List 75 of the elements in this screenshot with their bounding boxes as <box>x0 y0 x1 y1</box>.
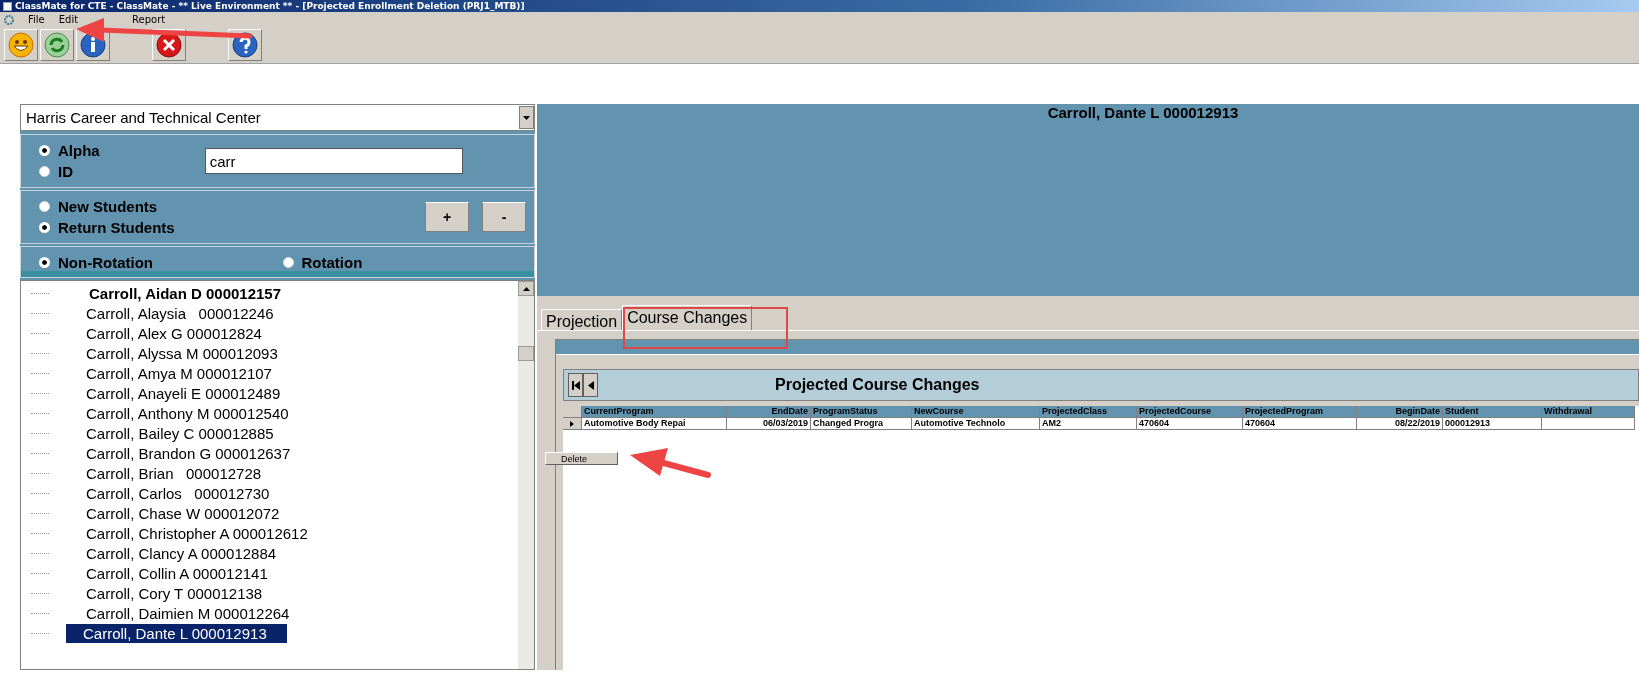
grid-title: Projected Course Changes <box>775 376 980 394</box>
tree-item[interactable]: Carroll, Chase W 000012072 <box>86 503 280 523</box>
radio-label: ID <box>58 163 73 180</box>
gear-icon <box>4 14 14 25</box>
table-cell: 470604 <box>1243 418 1357 430</box>
tree-item[interactable]: Carroll, Alaysia 000012246 <box>86 303 274 323</box>
table-cell: Changed Progra <box>811 418 912 430</box>
column-header[interactable]: CurrentProgram <box>582 406 727 418</box>
tree-item[interactable]: Carroll, Anthony M 000012540 <box>86 403 289 423</box>
tab[interactable]: Projection <box>541 309 623 330</box>
window-title: ClassMate for CTE - ClassMate - ** Live Environment ** - [Projected Enrollment Deletion (PRJ1_MTB)] <box>15 1 525 11</box>
table-cell: 470604 <box>1137 418 1243 430</box>
radio-label: New Students <box>58 198 158 215</box>
previous-record-icon <box>587 380 594 390</box>
radio-label: Return Students <box>58 219 175 236</box>
column-header[interactable]: Student <box>1443 406 1542 418</box>
smiley-icon <box>8 32 34 58</box>
tree-item[interactable]: Carroll, Clancy A 000012884 <box>86 543 277 563</box>
step-button[interactable]: + <box>425 202 469 232</box>
column-header[interactable]: EndDate <box>727 406 811 418</box>
table-cell: Automotive Technolo <box>912 418 1040 430</box>
column-header[interactable]: ProgramStatus <box>811 406 912 418</box>
previous-record-button[interactable] <box>583 373 598 397</box>
scroll-thumb[interactable] <box>518 346 534 361</box>
table-cell: Automotive Body Repai <box>582 418 727 430</box>
refresh-icon <box>44 32 70 58</box>
column-header[interactable]: ProjectedProgram <box>1243 406 1357 418</box>
tree-item[interactable]: Carroll, Carlos 000012730 <box>86 483 270 503</box>
radio-label: Non-Rotation <box>58 253 153 271</box>
radio-label: Alpha <box>58 142 100 159</box>
tree-item[interactable]: Carroll, Amya M 000012107 <box>86 363 272 383</box>
menu-item[interactable]: Report <box>132 14 166 25</box>
column-header[interactable]: BeginDate <box>1357 406 1443 418</box>
student-name: Carroll, Dante L 000012913 <box>1047 104 1239 122</box>
radio-button[interactable] <box>39 201 50 212</box>
first-record-button[interactable] <box>568 373 583 397</box>
tree-item[interactable]: Carroll, Alyssa M 000012093 <box>86 343 278 363</box>
tree-item[interactable]: Carroll, Dante L 000012913 <box>66 623 287 643</box>
column-header[interactable]: ProjectedCourse <box>1137 406 1243 418</box>
tree-item[interactable]: Carroll, Bailey C 000012885 <box>86 423 274 443</box>
tree-item[interactable]: Carroll, Alex G 000012824 <box>86 323 262 343</box>
row-pointer-icon <box>570 420 574 427</box>
table-cell: AM2 <box>1040 418 1137 430</box>
column-header[interactable]: ProjectedClass <box>1040 406 1137 418</box>
column-header[interactable]: NewCourse <box>912 406 1040 418</box>
table-cell: 06/03/2019 <box>727 418 811 430</box>
context-menu-item[interactable]: Delete <box>545 452 618 465</box>
school-dropdown[interactable]: Harris Career and Technical Center <box>20 104 535 131</box>
app-icon <box>3 1 12 11</box>
table-cell: 08/22/2019 <box>1357 418 1443 430</box>
toolbar-button[interactable] <box>4 29 38 61</box>
help-icon <box>232 32 258 58</box>
tree-item[interactable]: Carroll, Cory T 000012138 <box>86 583 263 603</box>
table-cell: 000012913 <box>1443 418 1542 430</box>
tree-item[interactable]: Carroll, Christopher A 000012612 <box>86 523 308 543</box>
column-header[interactable]: Withdrawal <box>1542 406 1635 418</box>
tree-item[interactable]: Carroll, Brian 000012728 <box>86 463 262 483</box>
radio-label: Rotation <box>301 253 363 271</box>
radio-button[interactable] <box>39 166 50 177</box>
tree-item[interactable]: Carroll, Anayeli E 000012489 <box>86 383 281 403</box>
menu-item[interactable]: Edit <box>58 14 79 25</box>
row-selector[interactable] <box>563 418 582 430</box>
tree-item[interactable]: Carroll, Collin A 000012141 <box>86 563 268 583</box>
tree-item[interactable]: Carroll, Aidan D 000012157 <box>89 283 282 303</box>
scroll-up-icon[interactable] <box>518 281 534 296</box>
search-field[interactable]: carr <box>204 148 463 174</box>
tree-item[interactable]: Carroll, Brandon G 000012637 <box>86 443 291 463</box>
tree-item[interactable]: Carroll, Daimien M 000012264 <box>86 603 290 623</box>
menu-item[interactable]: File <box>28 14 45 25</box>
step-button[interactable]: - <box>482 202 526 232</box>
toolbar-button[interactable] <box>40 29 74 61</box>
first-record-icon <box>571 380 580 390</box>
close-icon <box>156 32 182 58</box>
tab[interactable]: Course Changes <box>622 305 753 330</box>
radio-button[interactable] <box>282 256 294 268</box>
